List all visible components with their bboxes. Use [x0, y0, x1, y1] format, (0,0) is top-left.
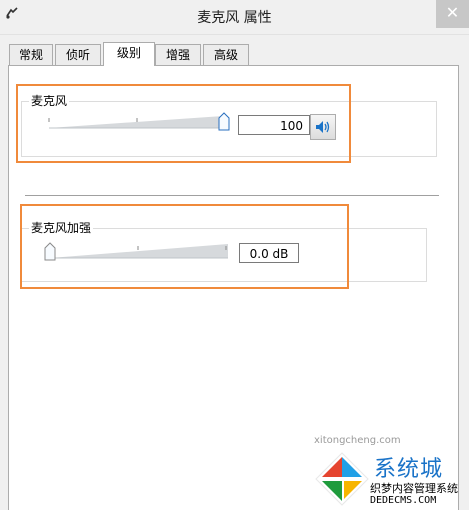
highlight-box-microphone: [16, 84, 351, 163]
section-divider: [25, 195, 439, 196]
close-button[interactable]: ✕: [436, 0, 469, 28]
highlight-box-boost: [20, 204, 349, 289]
tab-strip: 常规 侦听 级别 增强 高级: [0, 42, 469, 66]
watermark-brand: 系统城: [374, 457, 444, 482]
tab-levels[interactable]: 级别: [103, 42, 155, 66]
levels-panel: 麦克风 100 麦克风加强 0.0 dB 系统城 织梦内容管理系统 DEDECM…: [8, 65, 459, 510]
watermark-line-1: 织梦内容管理系统: [370, 480, 458, 496]
title-bar: 麦克风 属性 ✕: [0, 0, 469, 35]
tab-enhancements[interactable]: 增强: [155, 44, 201, 65]
site-watermark: 系统城 织梦内容管理系统 DEDECMS.COM xitongcheng.com: [312, 435, 458, 510]
watermark-line-2: DEDECMS.COM: [370, 495, 437, 506]
tab-general[interactable]: 常规: [9, 44, 53, 65]
windows-logo-icon: [315, 452, 369, 506]
tab-listen[interactable]: 侦听: [55, 44, 101, 65]
window-title: 麦克风 属性: [197, 10, 272, 26]
close-icon: ✕: [445, 3, 460, 22]
watermark-url: xitongcheng.com: [314, 435, 401, 446]
tab-advanced[interactable]: 高级: [203, 44, 249, 65]
